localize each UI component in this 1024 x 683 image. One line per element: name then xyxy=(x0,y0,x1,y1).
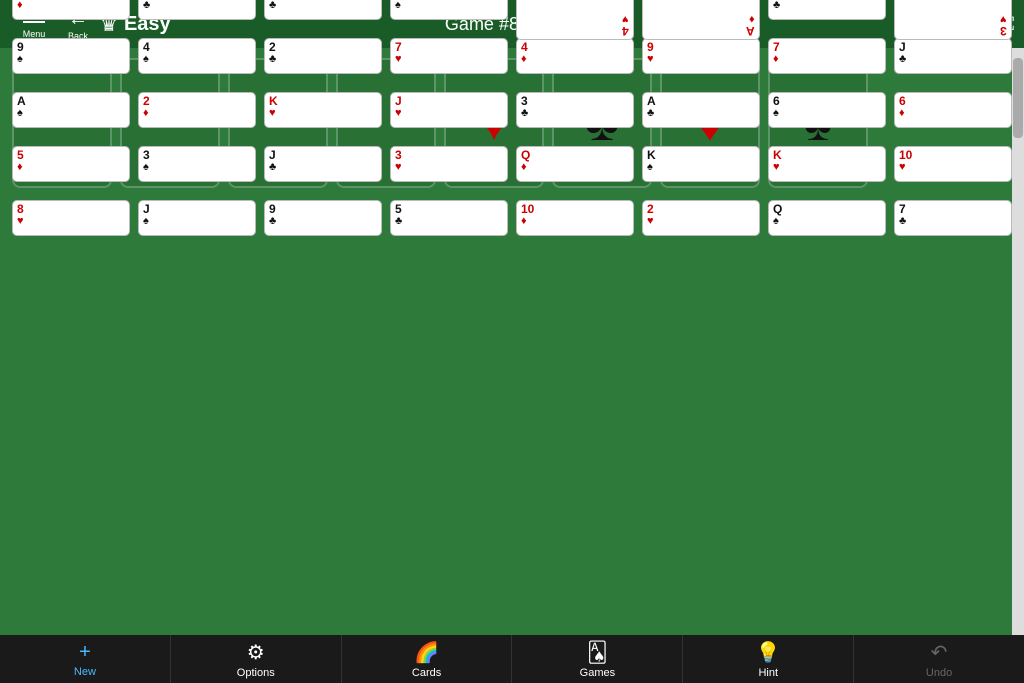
new-label: New xyxy=(74,666,96,678)
table-row[interactable]: J♠ xyxy=(138,200,256,236)
table-row[interactable]: K♠ xyxy=(642,146,760,182)
table-row[interactable]: 10♥ xyxy=(894,146,1012,182)
table-row[interactable]: Q♠ xyxy=(768,200,886,236)
undo-icon: ↶ xyxy=(931,640,948,665)
table-row[interactable]: K♠ xyxy=(390,0,508,20)
table-row[interactable]: 2♣ xyxy=(264,38,382,74)
scrollbar[interactable] xyxy=(1012,48,1024,635)
table-row[interactable]: 6♦ xyxy=(894,92,1012,128)
cards-icon: 🌈 xyxy=(414,640,439,665)
column-1[interactable]: 8♥5♦A♠9♠8♦5♥5♠5♠♠ xyxy=(12,200,130,500)
table-row[interactable]: 10♣ xyxy=(138,0,256,20)
hint-button[interactable]: 💡 Hint xyxy=(683,635,854,683)
column-2[interactable]: J♠3♠2♦4♠10♣Q♥A♣A♣♣ xyxy=(138,200,256,500)
undo-label: Undo xyxy=(926,667,952,679)
table-row[interactable]: 5♦ xyxy=(12,146,130,182)
table-row[interactable]: 6♠ xyxy=(768,92,886,128)
table-row[interactable]: 3♥3♥♥ xyxy=(894,0,1012,40)
table-row[interactable]: J♣ xyxy=(894,38,1012,74)
table-row[interactable]: 9♥ xyxy=(642,38,760,74)
table-row[interactable]: 2♥ xyxy=(642,200,760,236)
game-area: ♥ ♣ ♦ ♠ 8♥5♦A♠9♠8♦5♥5♠5♠♠J♠3♠2♦4♠10♣Q♥A♣… xyxy=(0,48,1024,635)
table-row[interactable]: 3♠ xyxy=(138,146,256,182)
cards-label: Cards xyxy=(412,667,441,679)
table-row[interactable]: 8♣ xyxy=(264,0,382,20)
table-row[interactable]: 4♠ xyxy=(138,38,256,74)
new-icon: + xyxy=(79,641,91,664)
games-button[interactable]: 🂡 Games xyxy=(512,635,683,683)
options-label: Options xyxy=(237,667,275,679)
games-label: Games xyxy=(580,667,615,679)
table-row[interactable]: A♦A♦♦ xyxy=(642,0,760,40)
options-icon: ⚙ xyxy=(247,640,265,665)
column-4[interactable]: 5♣3♥J♥7♥K♠10♠4♠4♠♠ xyxy=(390,200,508,500)
column-7[interactable]: Q♠K♥6♠7♦9♣6♣9♦9♦♦ xyxy=(768,200,886,500)
table-row[interactable]: 3♣ xyxy=(516,92,634,128)
table-row[interactable]: 7♦ xyxy=(768,38,886,74)
new-button[interactable]: + New xyxy=(0,635,171,683)
table-row[interactable]: 8♦ xyxy=(12,0,130,20)
table-row[interactable]: 7♥ xyxy=(390,38,508,74)
table-row[interactable]: 2♦ xyxy=(138,92,256,128)
options-button[interactable]: ⚙ Options xyxy=(171,635,342,683)
table-row[interactable]: 9♠ xyxy=(12,38,130,74)
table-row[interactable]: 8♥ xyxy=(12,200,130,236)
table-row[interactable]: A♣ xyxy=(642,92,760,128)
table-row[interactable]: 5♣ xyxy=(390,200,508,236)
table-row[interactable]: 7♣ xyxy=(894,200,1012,236)
table-row[interactable]: 4♥4♥♥ xyxy=(516,0,634,40)
table-row[interactable]: 9♣ xyxy=(768,0,886,20)
bottom-bar: + New ⚙ Options 🌈 Cards 🂡 Games 💡 Hint ↶… xyxy=(0,635,1024,683)
column-6[interactable]: 2♥K♠A♣9♥8♠A♦A♦♦ xyxy=(642,200,760,500)
table-row[interactable]: J♣ xyxy=(264,146,382,182)
table-row[interactable]: 4♦ xyxy=(516,38,634,74)
scroll-thumb xyxy=(1013,58,1023,138)
hint-label: Hint xyxy=(758,667,778,679)
table-row[interactable]: K♥ xyxy=(768,146,886,182)
table-row[interactable]: K♥ xyxy=(264,92,382,128)
table-row[interactable]: Q♦ xyxy=(516,146,634,182)
games-icon: 🂡 xyxy=(587,640,607,665)
column-5[interactable]: 10♦Q♦3♣4♦2♥4♥4♥♥ xyxy=(516,200,634,500)
columns: 8♥5♦A♠9♠8♦5♥5♠5♠♠J♠3♠2♦4♠10♣Q♥A♣A♣♣9♣J♣K… xyxy=(8,200,1016,500)
cards-button[interactable]: 🌈 Cards xyxy=(342,635,513,683)
hint-icon: 💡 xyxy=(756,640,781,665)
column-3[interactable]: 9♣J♣K♥2♣8♣Q♠7♠7♠♠ xyxy=(264,200,382,500)
table-row[interactable]: 3♥ xyxy=(390,146,508,182)
column-8[interactable]: 7♣10♥6♦J♣6♥3♥3♥♥ xyxy=(894,200,1012,500)
table-row[interactable]: 10♦ xyxy=(516,200,634,236)
table-row[interactable]: 9♣ xyxy=(264,200,382,236)
table-row[interactable]: J♥ xyxy=(390,92,508,128)
undo-button[interactable]: ↶ Undo xyxy=(854,635,1024,683)
table-row[interactable]: A♠ xyxy=(12,92,130,128)
